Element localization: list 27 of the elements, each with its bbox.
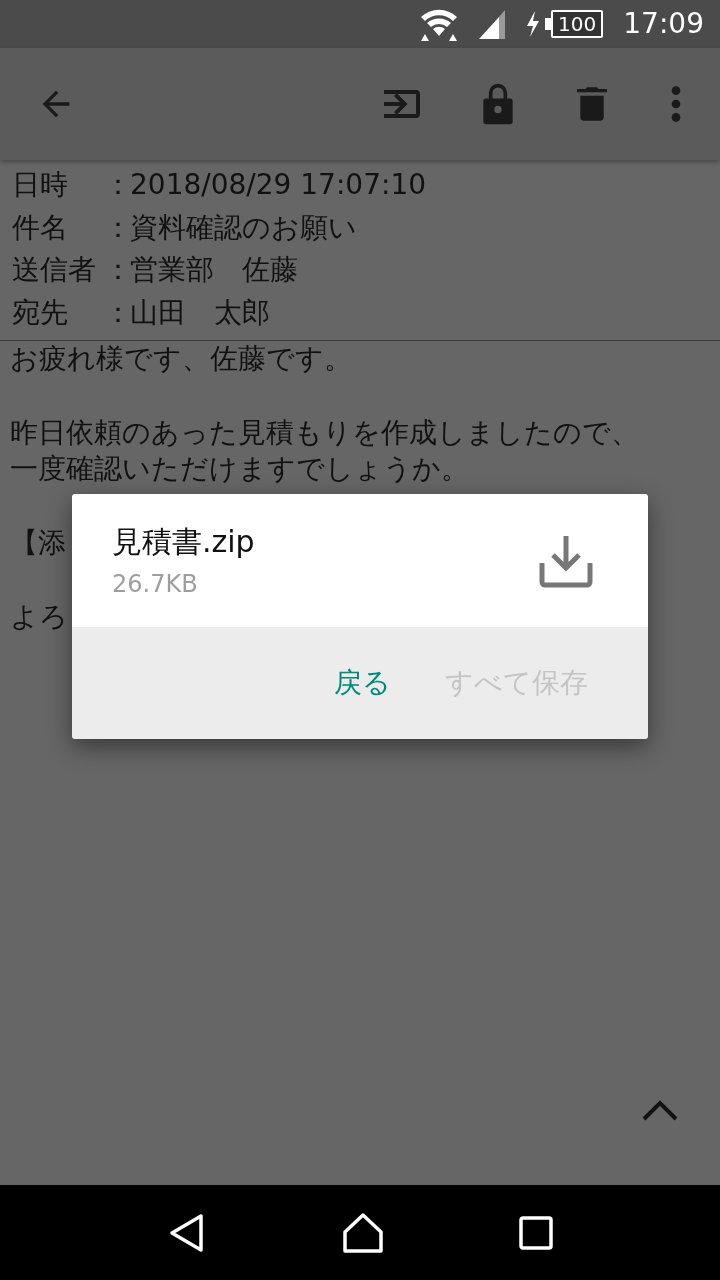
header-separator: ： <box>104 171 130 200</box>
header-label: 宛先 <box>12 298 69 327</box>
header-value: 2018/08/29 17:07:10 <box>130 171 427 200</box>
clock-time: 17:09 <box>623 6 704 42</box>
message-text: 一度確認いただけますでしょうか。 <box>10 451 469 487</box>
header-label: 日時 <box>12 171 69 200</box>
recents-square-icon[interactable] <box>518 1215 553 1250</box>
header-value: 山田 太郎 <box>130 298 270 327</box>
header-value: 営業部 佐藤 <box>130 256 298 285</box>
charging-icon <box>525 11 542 37</box>
home-icon[interactable] <box>342 1211 384 1254</box>
battery-indicator: 100 <box>545 10 604 38</box>
header-separator: ： <box>104 298 130 327</box>
message-text: 昨日依頼のあった見積もりを作成しましたので、 <box>10 415 639 451</box>
header-label: 件名 <box>12 213 69 242</box>
header-value: 資料確認のお願い <box>130 213 357 242</box>
dialog-button[interactable]: 戻る <box>332 656 393 710</box>
message-text: 【添 <box>10 525 66 561</box>
file-name: 見積書.zip <box>112 523 255 561</box>
signal-icon <box>477 9 508 39</box>
header-separator: ： <box>104 213 130 242</box>
wifi-icon <box>419 7 460 41</box>
file-size: 26.7KB <box>112 569 198 600</box>
message-text: よろ <box>10 599 68 635</box>
message-text: お疲れ様です、佐藤です。 <box>10 341 352 377</box>
header-separator: ： <box>104 256 130 285</box>
header-label: 送信者 <box>12 256 97 285</box>
